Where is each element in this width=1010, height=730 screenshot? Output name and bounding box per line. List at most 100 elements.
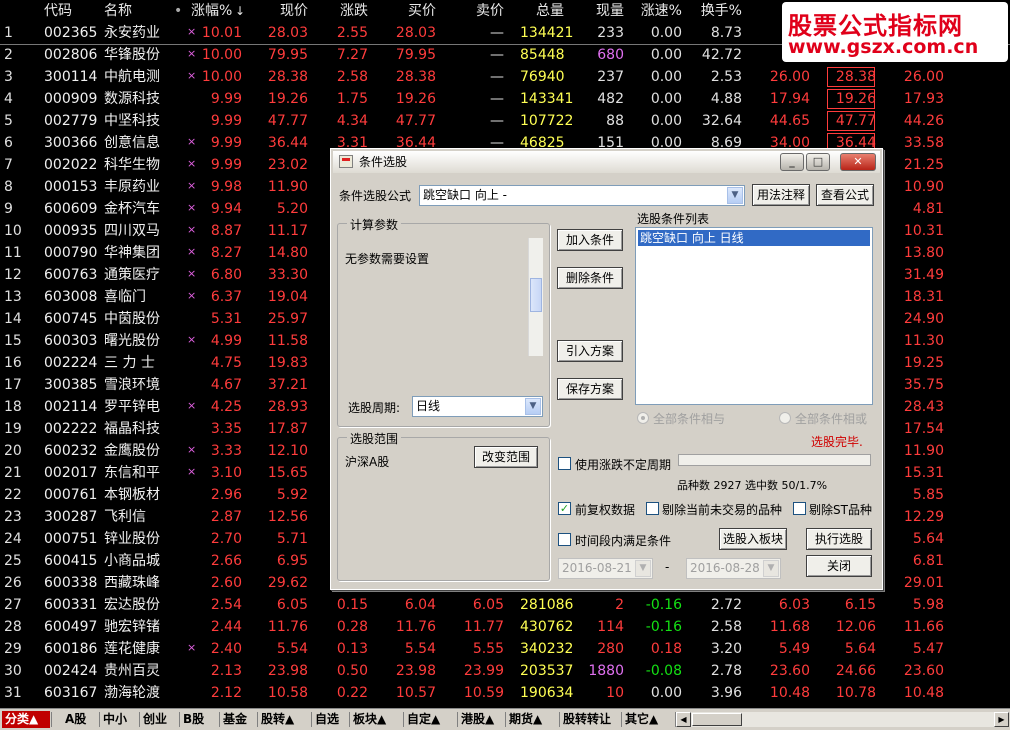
header-current-volume[interactable]: 现量 <box>580 0 624 22</box>
save-scheme-button[interactable]: 保存方案 <box>557 378 623 400</box>
tab-9[interactable]: 自定▲ <box>404 711 456 728</box>
table-row[interactable]: 5 002779 中坚科技 9.99 47.77 4.34 47.77 — 107722 88 0.… <box>0 110 1010 132</box>
period-select[interactable]: 日线 ▼ <box>412 396 543 417</box>
cell-code: 300366 <box>44 135 98 151</box>
cell-name: 数源科技 <box>104 91 160 107</box>
cell-price: 6.95 <box>276 553 308 569</box>
cell-cur: 10 <box>606 685 624 701</box>
maximize-button[interactable]: □ <box>806 153 830 171</box>
add-condition-button[interactable]: 加入条件 <box>557 229 623 251</box>
chevron-down-icon[interactable]: ▼ <box>525 398 541 415</box>
cell-turn: 8.73 <box>710 25 742 41</box>
cell-chg: 1.75 <box>336 91 368 107</box>
cell-open: 10.48 <box>769 685 810 701</box>
import-scheme-button[interactable]: 引入方案 <box>557 340 623 362</box>
header-turnover[interactable]: 换手% <box>690 0 742 22</box>
header-change[interactable]: 涨跌 <box>324 0 368 22</box>
cell-no: 13 <box>4 289 22 305</box>
radio-and-label: 全部条件相与 <box>653 412 726 426</box>
cell-open: 11.68 <box>769 619 810 635</box>
end-date-picker[interactable]: 2016-08-28 ▼ <box>686 558 781 579</box>
chevron-down-icon[interactable]: ▼ <box>763 560 779 577</box>
close-button[interactable]: 关闭 <box>806 555 872 577</box>
table-row[interactable]: 29 600186 莲花健康 2.40 5.54 0.13 5.54 5.55 340232 28… <box>0 638 1010 660</box>
star-icon: × <box>187 201 197 214</box>
header-name[interactable]: 名称 <box>104 0 132 22</box>
tab-12[interactable]: 股转转让 <box>560 711 620 728</box>
exclude-st-checkbox[interactable] <box>793 502 806 515</box>
condition-list[interactable]: 跳空缺口 向上 日线 <box>635 227 873 405</box>
cell-open: 5.49 <box>778 641 810 657</box>
cell-speed: 0.18 <box>650 641 682 657</box>
tab-4[interactable]: B股 <box>180 711 218 728</box>
cell-vol: 107722 <box>520 113 574 129</box>
close-icon[interactable]: ✕ <box>840 153 876 171</box>
tab-8[interactable]: 板块▲ <box>350 711 402 728</box>
radio-and[interactable] <box>637 412 649 424</box>
chevron-down-icon[interactable]: ▼ <box>727 187 743 204</box>
cell-code: 600745 <box>44 311 98 327</box>
tab-13[interactable]: 其它▲ <box>622 711 674 728</box>
tab-1[interactable]: A股 <box>62 711 98 728</box>
cell-speed: 0.00 <box>650 685 682 701</box>
cell-ask: 11.77 <box>463 619 504 635</box>
tab-10[interactable]: 港股▲ <box>458 711 504 728</box>
delete-condition-button[interactable]: 删除条件 <box>557 267 623 289</box>
usage-notes-button[interactable]: 用法注释 <box>752 184 810 206</box>
cell-pct: 9.99 <box>210 157 242 173</box>
scroll-left-icon[interactable]: ◀ <box>676 712 691 727</box>
cell-low: 17.54 <box>903 421 944 437</box>
view-formula-button[interactable]: 查看公式 <box>816 184 874 206</box>
cell-cur: 114 <box>597 619 624 635</box>
tab-3[interactable]: 创业 <box>140 711 178 728</box>
table-row[interactable]: 28 600497 驰宏锌锗 2.44 11.76 0.28 11.76 11.77 43076… <box>0 616 1010 638</box>
minimize-button[interactable]: _ <box>780 153 804 171</box>
header-pct[interactable]: 涨幅% <box>191 0 232 22</box>
params-scrollbar[interactable] <box>528 238 543 356</box>
scroll-right-icon[interactable]: ▶ <box>994 712 1009 727</box>
time-range-checkbox[interactable] <box>558 533 571 546</box>
tab-7[interactable]: 自选 <box>312 711 348 728</box>
chevron-down-icon[interactable]: ▼ <box>635 560 651 577</box>
add-to-block-button[interactable]: 选股入板块 <box>719 528 787 550</box>
dialog-titlebar[interactable]: 条件选股 _ □ ✕ <box>333 151 880 173</box>
scroll-thumb[interactable] <box>692 713 742 726</box>
cell-price: 79.95 <box>267 47 308 63</box>
table-row[interactable]: 27 600331 宏达股份 2.54 6.05 0.15 6.04 6.05 281086 2 -… <box>0 594 1010 616</box>
adjusted-checkbox[interactable]: ✓ <box>558 502 571 515</box>
header-speed[interactable]: 涨速% <box>628 0 682 22</box>
radio-or[interactable] <box>779 412 791 424</box>
tab-5[interactable]: 基金 <box>220 711 256 728</box>
tab-0[interactable]: 分类▲ <box>2 711 50 728</box>
header-code[interactable]: 代码 <box>44 0 72 22</box>
tab-6[interactable]: 股转▲ <box>258 711 310 728</box>
horizontal-scrollbar[interactable]: ◀ ▶ <box>676 712 1009 727</box>
cell-name: 四川双马 <box>104 223 160 239</box>
header-volume[interactable]: 总量 <box>520 0 564 22</box>
start-date-picker[interactable]: 2016-08-21 ▼ <box>558 558 653 579</box>
cell-vol: 203537 <box>520 663 574 679</box>
tab-2[interactable]: 中小 <box>100 711 138 728</box>
cell-code: 300114 <box>44 69 98 85</box>
cell-cur: 280 <box>597 641 624 657</box>
header-price[interactable]: 现价 <box>260 0 308 22</box>
table-row[interactable]: 3 300114 中航电测 10.00 28.38 2.58 28.38 — 76940 237 0… <box>0 66 1010 88</box>
tab-11[interactable]: 期货▲ <box>506 711 558 728</box>
header-ask[interactable]: 卖价 <box>460 0 504 22</box>
table-row[interactable]: 30 002424 贵州百灵 2.13 23.98 0.50 23.98 23.99 20353… <box>0 660 1010 682</box>
run-screening-button[interactable]: 执行选股 <box>806 528 872 550</box>
cell-speed: -0.16 <box>645 619 682 635</box>
exclude-untraded-checkbox[interactable] <box>646 502 659 515</box>
cell-pct: 2.44 <box>210 619 242 635</box>
params-scroll-thumb[interactable] <box>530 278 542 312</box>
list-item[interactable]: 跳空缺口 向上 日线 <box>638 230 870 246</box>
cell-price: 25.97 <box>267 311 308 327</box>
cell-chg: 7.27 <box>336 47 368 63</box>
formula-select[interactable]: 跳空缺口 向上 - ▼ <box>419 185 745 206</box>
uncertain-period-checkbox[interactable] <box>558 457 571 470</box>
table-row[interactable]: 31 603167 渤海轮渡 2.12 10.58 0.22 10.57 10.59 19063… <box>0 682 1010 704</box>
cell-pct: 3.35 <box>210 421 242 437</box>
header-bid[interactable]: 买价 <box>392 0 436 22</box>
table-row[interactable]: 4 000909 数源科技 9.99 19.26 1.75 19.26 — 143341 482 0… <box>0 88 1010 110</box>
change-range-button[interactable]: 改变范围 <box>474 446 538 468</box>
